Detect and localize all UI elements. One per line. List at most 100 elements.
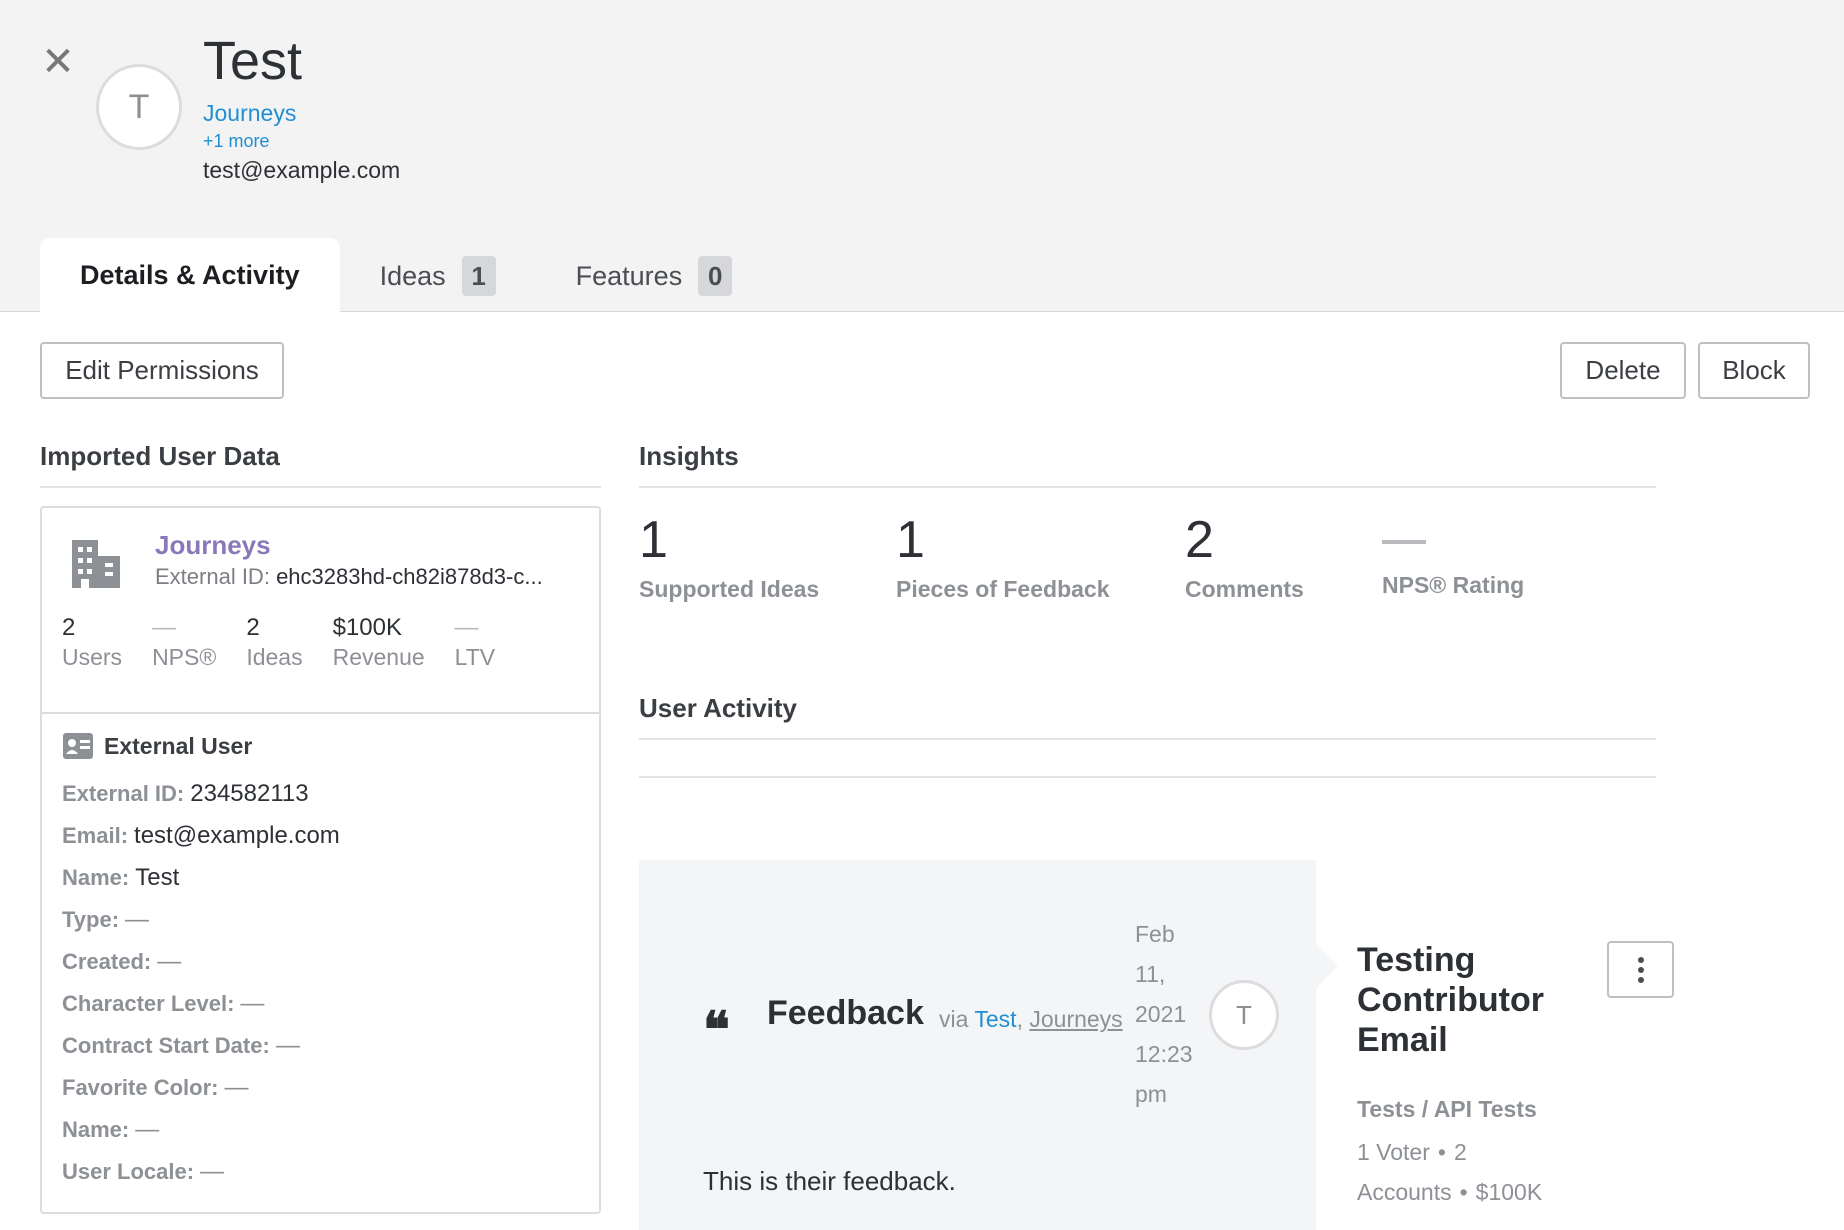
stat-value: $100K [332,614,402,641]
field-row: Favorite Color: — [62,1074,340,1116]
meta-dot: • [1437,1139,1446,1165]
field-value: Test [135,864,180,891]
avatar: T [1209,980,1279,1050]
idea-title-link[interactable]: Testing Contributor Email [1357,940,1577,1060]
imported-data-card: Journeys External ID: ehc3283hd-ch82i878… [40,506,601,1214]
field-row: Name: Test [62,864,340,906]
tab-count-badge: 0 [698,256,733,296]
field-value: — [157,948,182,975]
tab-features[interactable]: Features 0 [536,239,773,313]
org-name-link[interactable]: Journeys [155,530,271,561]
org-stat-revenue: $100K Revenue [333,614,425,671]
field-value: — [125,906,150,933]
tab-ideas[interactable]: Ideas 1 [340,239,536,313]
field-label: Created: [62,949,152,974]
more-options-button[interactable] [1607,941,1674,998]
field-label: Type: [62,907,120,932]
field-label: Email: [62,823,129,848]
insights-title: Insights [639,441,1656,488]
user-email: test@example.com [203,157,401,183]
page-title: Test [203,31,303,91]
external-user-fields: External ID: 234582113 Email: test@example… [62,780,340,1200]
block-button[interactable]: Block [1698,342,1810,399]
tab-details-activity[interactable]: Details & Activity [40,238,340,313]
kebab-dot-icon [1637,956,1644,963]
card-pointer [1316,944,1338,988]
field-value: — [275,1032,300,1059]
idea-meta: 1 Voter • 2 Accounts • $100K [1357,1132,1587,1212]
field-label: User Locale: [62,1159,195,1184]
field-row: Type: — [62,906,340,948]
via-user-link[interactable]: Test [974,1006,1016,1032]
via-text: via [939,1006,969,1032]
idea-voters: 1 Voter [1357,1139,1430,1165]
feedback-title: Feedback [767,994,924,1032]
external-user-title: External User [104,732,253,759]
stat-label: Ideas [246,644,303,670]
field-row: Name: — [62,1116,340,1158]
id-card-icon [63,733,93,759]
date-line: Feb [1135,921,1175,947]
imported-user-data-title: Imported User Data [40,441,601,488]
user-activity-title: User Activity [639,693,1656,740]
external-user-header: External User [62,732,252,760]
field-value: — [224,1074,249,1101]
via-company-link[interactable]: Journeys [1029,1006,1122,1032]
field-row: Contract Start Date: — [62,1032,340,1074]
via-separator: , [1016,1006,1023,1032]
insight-label: Comments [1185,576,1304,602]
edit-permissions-button[interactable]: Edit Permissions [40,342,284,399]
field-label: Favorite Color: [62,1075,219,1100]
org-stat-users: 2 Users [62,614,122,671]
field-label: Character Level: [62,991,235,1016]
stat-label: NPS® [152,644,217,670]
tab-bar: Details & Activity Ideas 1 Features 0 [40,238,772,313]
more-companies-link[interactable]: +1 more [203,131,270,152]
close-icon[interactable]: ✕ [40,42,76,82]
org-stat-ideas: 2 Ideas [246,614,302,671]
org-stat-nps: — NPS® [152,614,216,671]
field-row: Email: test@example.com [62,822,340,864]
date-line: pm [1135,1081,1167,1107]
date-line: 12:23 [1135,1041,1193,1067]
feedback-body: This is their feedback. [703,1166,956,1196]
field-value: test@example.com [134,822,340,849]
insight-label: Supported Ideas [639,576,820,602]
page-header: ✕ T Test Journeys +1 more test@example.c… [0,0,1844,313]
field-value: — [200,1158,225,1185]
delete-button[interactable]: Delete [1560,342,1686,399]
field-row: User Locale: — [62,1158,340,1200]
field-value: 234582113 [190,780,309,807]
insight-value: 1 [639,511,668,569]
quote-icon: ❝ [703,1000,730,1059]
building-icon [72,540,120,588]
field-label: Name: [62,865,130,890]
insight-label: NPS® Rating [1382,572,1525,598]
insight-value: 1 [896,511,925,569]
org-external-id: External ID: ehc3283hd-ch82i878d3-c... [155,564,585,590]
field-row: External ID: 234582113 [62,780,340,822]
date-line: 2021 [1135,1001,1187,1027]
insight-pieces-of-feedback: 1 Pieces of Feedback [896,510,1110,603]
field-row: Character Level: — [62,990,340,1032]
stat-value: — [454,614,479,641]
tab-label: Details & Activity [80,260,300,290]
tab-label: Ideas [379,260,446,291]
insight-nps-rating: NPS® Rating [1382,510,1524,599]
field-value: — [135,1116,160,1143]
insight-value: 2 [1185,511,1214,569]
org-stat-ltv: — LTV [455,614,495,671]
org-stats: 2 Users — NPS® 2 Ideas $100K Revenue — LTV [62,614,525,671]
activity-divider [639,776,1656,778]
field-label: External ID: [62,781,185,806]
date-line: 11, [1135,961,1166,987]
kebab-dot-icon [1637,966,1644,973]
card-divider [42,712,599,714]
feedback-timestamp: Feb 11, 2021 12:23 pm [1135,914,1205,1114]
tab-count-badge: 1 [461,256,496,296]
insight-comments: 2 Comments [1185,510,1304,603]
company-link[interactable]: Journeys [203,100,296,127]
idea-category: Tests / API Tests [1357,1096,1537,1122]
field-label: Contract Start Date: [62,1033,270,1058]
stat-label: LTV [454,644,496,670]
